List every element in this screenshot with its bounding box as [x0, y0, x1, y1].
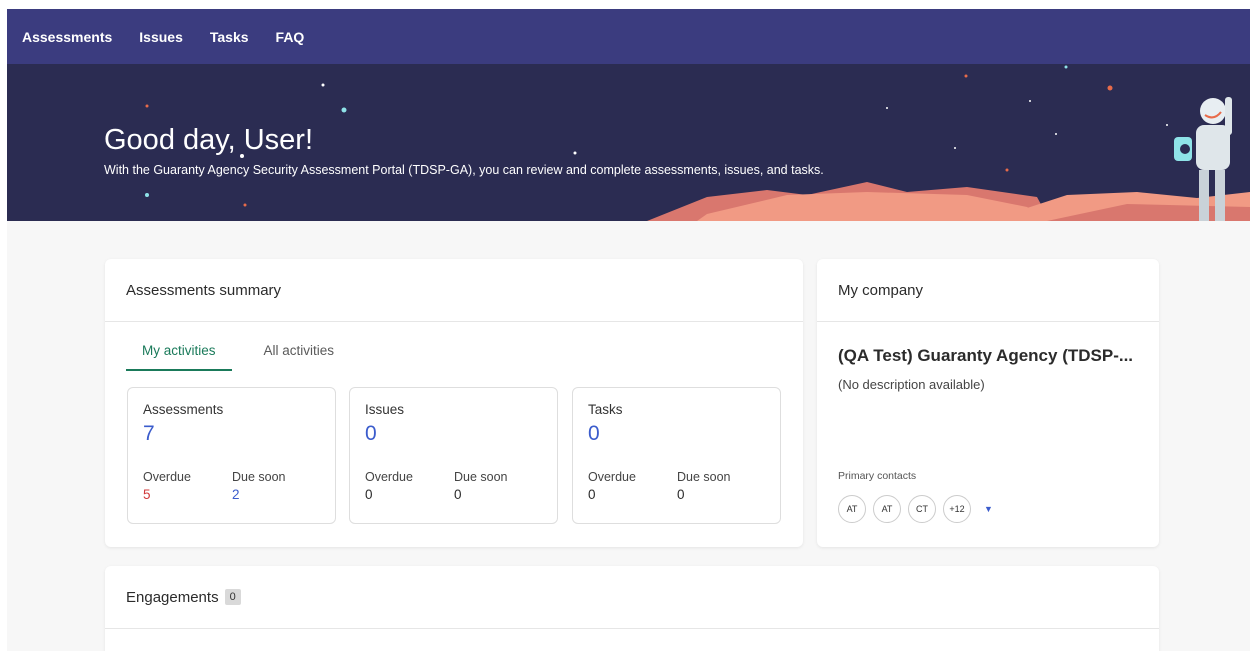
due-soon-count: 0 [454, 487, 462, 502]
overdue-count[interactable]: 5 [143, 487, 232, 502]
company-description: (No description available) [838, 377, 985, 392]
due-soon-label: Due soon [232, 470, 286, 484]
stat-count[interactable]: 7 [143, 422, 320, 446]
my-company-card: My company (QA Test) Guaranty Agency (TD… [817, 259, 1159, 547]
top-nav: Assessments Issues Tasks FAQ [7, 9, 1250, 64]
nav-tasks[interactable]: Tasks [210, 29, 249, 45]
engagements-card: Engagements 0 [105, 566, 1159, 651]
more-contacts[interactable]: +12 [943, 495, 971, 523]
due-soon-label: Due soon [454, 470, 508, 484]
count-badge: 0 [224, 589, 241, 605]
stat-breakdown: Overdue 0 Due soon 0 [588, 470, 766, 502]
contact-avatar[interactable]: CT [908, 495, 936, 523]
primary-contacts-label: Primary contacts [838, 470, 917, 482]
stat-breakdown: Overdue 5 Due soon 2 [143, 470, 321, 502]
tab-all-activities[interactable]: All activities [264, 343, 351, 371]
due-soon-count: 0 [677, 487, 685, 502]
stat-card-assessments[interactable]: Assessments 7 Overdue 5 Due soon 2 [127, 387, 336, 524]
stat-count[interactable]: 0 [365, 422, 542, 446]
due-soon-label: Due soon [677, 470, 731, 484]
stat-breakdown: Overdue 0 Due soon 0 [365, 470, 543, 502]
overdue-label: Overdue [588, 470, 636, 484]
overdue-label: Overdue [365, 470, 413, 484]
greeting-title: Good day, User! [104, 124, 314, 156]
assessments-summary-card: Assessments summary My activities All ac… [105, 259, 803, 547]
contact-avatar[interactable]: AT [873, 495, 901, 523]
card-title: Engagements [126, 588, 219, 606]
stat-title: Tasks [588, 402, 623, 417]
contact-avatar[interactable]: AT [838, 495, 866, 523]
nav-issues[interactable]: Issues [139, 29, 183, 45]
overdue-count: 0 [365, 487, 373, 502]
stat-title: Assessments [143, 402, 224, 417]
stat-card-tasks[interactable]: Tasks 0 Overdue 0 Due soon 0 [572, 387, 781, 524]
stat-count[interactable]: 0 [588, 422, 765, 446]
chevron-down-icon[interactable]: ▼ [984, 504, 993, 514]
nav-assessments[interactable]: Assessments [22, 29, 112, 45]
stat-title: Issues [365, 402, 405, 417]
activity-tabs: My activities All activities [126, 343, 382, 371]
due-soon-count[interactable]: 2 [232, 487, 321, 502]
card-title: Assessments summary [105, 259, 803, 322]
greeting-subtitle: With the Guaranty Agency Security Assess… [104, 163, 824, 177]
engagements-header: Engagements 0 [105, 566, 1159, 629]
overdue-label: Overdue [143, 470, 191, 484]
company-name[interactable]: (QA Test) Guaranty Agency (TDSP-... [838, 346, 1133, 366]
overdue-count: 0 [588, 487, 596, 502]
card-title: My company [817, 259, 1159, 322]
app-frame: Assessments Issues Tasks FAQ Good day, U… [7, 9, 1250, 651]
nav-faq[interactable]: FAQ [276, 29, 305, 45]
tab-my-activities[interactable]: My activities [126, 343, 232, 371]
welcome-banner: Good day, User! With the Guaranty Agency… [7, 64, 1250, 221]
primary-contacts: AT AT CT +12 ▼ [838, 495, 993, 523]
stat-card-issues[interactable]: Issues 0 Overdue 0 Due soon 0 [349, 387, 558, 524]
